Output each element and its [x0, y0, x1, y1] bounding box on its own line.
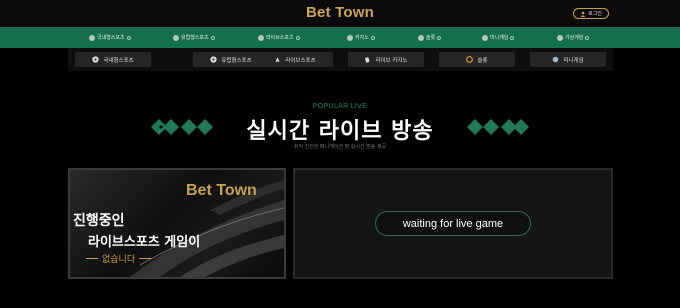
- tab-domestic-sports[interactable]: 국내형스포츠: [75, 52, 151, 67]
- minigame-icon: [553, 56, 559, 63]
- login-button[interactable]: 로그인: [573, 8, 609, 19]
- cards-icon: [347, 34, 353, 41]
- tab-label: 슬롯: [477, 57, 488, 64]
- nav-item-minigame[interactable]: 미니게임: [482, 27, 515, 48]
- category-tabs: 국내형스포츠 유럽형스포츠 라이브스포츠 라이브 카지노 슬롯 미니게임: [68, 48, 613, 71]
- indicator-dot-icon: [295, 35, 300, 40]
- banner-headline-2: 라이브스포츠 게임이: [88, 235, 201, 250]
- top-header: Bet Town 로그인: [0, 0, 680, 27]
- soccer-ball-icon: [173, 34, 179, 41]
- soccer-ball-icon: [210, 56, 217, 63]
- indicator-dot-icon: [370, 35, 375, 40]
- nav-item-label: 슬롯: [426, 35, 436, 41]
- nav-item-domestic-sports[interactable]: 국내형스포츠: [89, 27, 131, 48]
- slot-icon: [466, 56, 474, 63]
- minigame-icon: [482, 34, 488, 41]
- soccer-ball-icon: [89, 34, 95, 41]
- live-sports-icon: [275, 57, 280, 62]
- divider-line: [86, 258, 98, 259]
- live-status-pill: waiting for live game: [375, 211, 531, 236]
- indicator-dot-icon: [210, 35, 215, 40]
- banner-headline-3-text: 없습니다: [102, 255, 136, 265]
- banner-headline-1: 진행중인: [73, 213, 125, 229]
- virtual-game-icon: [557, 34, 563, 41]
- banner-headline-3: 없습니다: [86, 252, 152, 265]
- banner-logo: Bet Town: [186, 182, 257, 199]
- tab-label: 국내형스포츠: [103, 57, 134, 64]
- slot-icon: [418, 34, 424, 41]
- nav-item-label: 가상게임: [565, 35, 584, 41]
- indicator-dot-icon: [126, 35, 131, 40]
- user-icon: [580, 11, 586, 17]
- no-live-game-banner: Bet Town 진행중인 라이브스포츠 게임이 없습니다: [68, 168, 286, 279]
- tab-label: 유럽형스포츠: [221, 57, 252, 64]
- tab-minigame[interactable]: 미니게임: [530, 52, 606, 67]
- tab-label: 라이브스포츠: [285, 57, 316, 64]
- cards-icon: [365, 57, 370, 63]
- section-description: 쉬익 진진한 매니게이션 및 실시간 방송 제공: [293, 144, 387, 150]
- live-icon: [258, 34, 264, 41]
- right-diamond-ornament: [459, 119, 529, 135]
- nav-item-slot[interactable]: 슬롯: [418, 27, 442, 48]
- indicator-dot-icon: [510, 35, 515, 40]
- indicator-dot-icon: [585, 35, 590, 40]
- tab-label: 미니게임: [563, 57, 584, 64]
- divider-line: [139, 258, 152, 259]
- indicator-dot-icon: [437, 35, 442, 40]
- nav-item-label: 유럽형스포츠: [181, 35, 209, 41]
- tab-live-casino[interactable]: 라이브 카지노: [348, 52, 424, 67]
- soccer-ball-icon: [92, 56, 99, 63]
- section-subtitle: POPULAR LIVE: [312, 103, 368, 110]
- nav-item-virtual-game[interactable]: 가상게임: [557, 27, 590, 48]
- main-nav: 국내형스포츠 유럽형스포츠 라이브스포츠 카지노 슬롯 미니게임 가상게임: [0, 27, 680, 48]
- section-title: 실시간 라이브 방송: [246, 119, 434, 144]
- tab-label: 라이브 카지노: [375, 57, 408, 64]
- live-stream-panel: waiting for live game: [293, 168, 613, 279]
- tab-live-sports[interactable]: 라이브스포츠: [257, 52, 333, 67]
- nav-item-label: 라이브스포츠: [266, 35, 294, 41]
- nav-item-label: 카지노: [355, 35, 369, 41]
- tab-slot[interactable]: 슬롯: [439, 52, 515, 67]
- nav-item-european-sports[interactable]: 유럽형스포츠: [173, 27, 215, 48]
- nav-item-label: 미니게임: [490, 35, 509, 41]
- nav-item-live-sports[interactable]: 라이브스포츠: [258, 27, 300, 48]
- nav-item-casino[interactable]: 카지노: [347, 27, 375, 48]
- nav-item-label: 국내형스포츠: [97, 35, 125, 41]
- login-label: 로그인: [588, 11, 602, 17]
